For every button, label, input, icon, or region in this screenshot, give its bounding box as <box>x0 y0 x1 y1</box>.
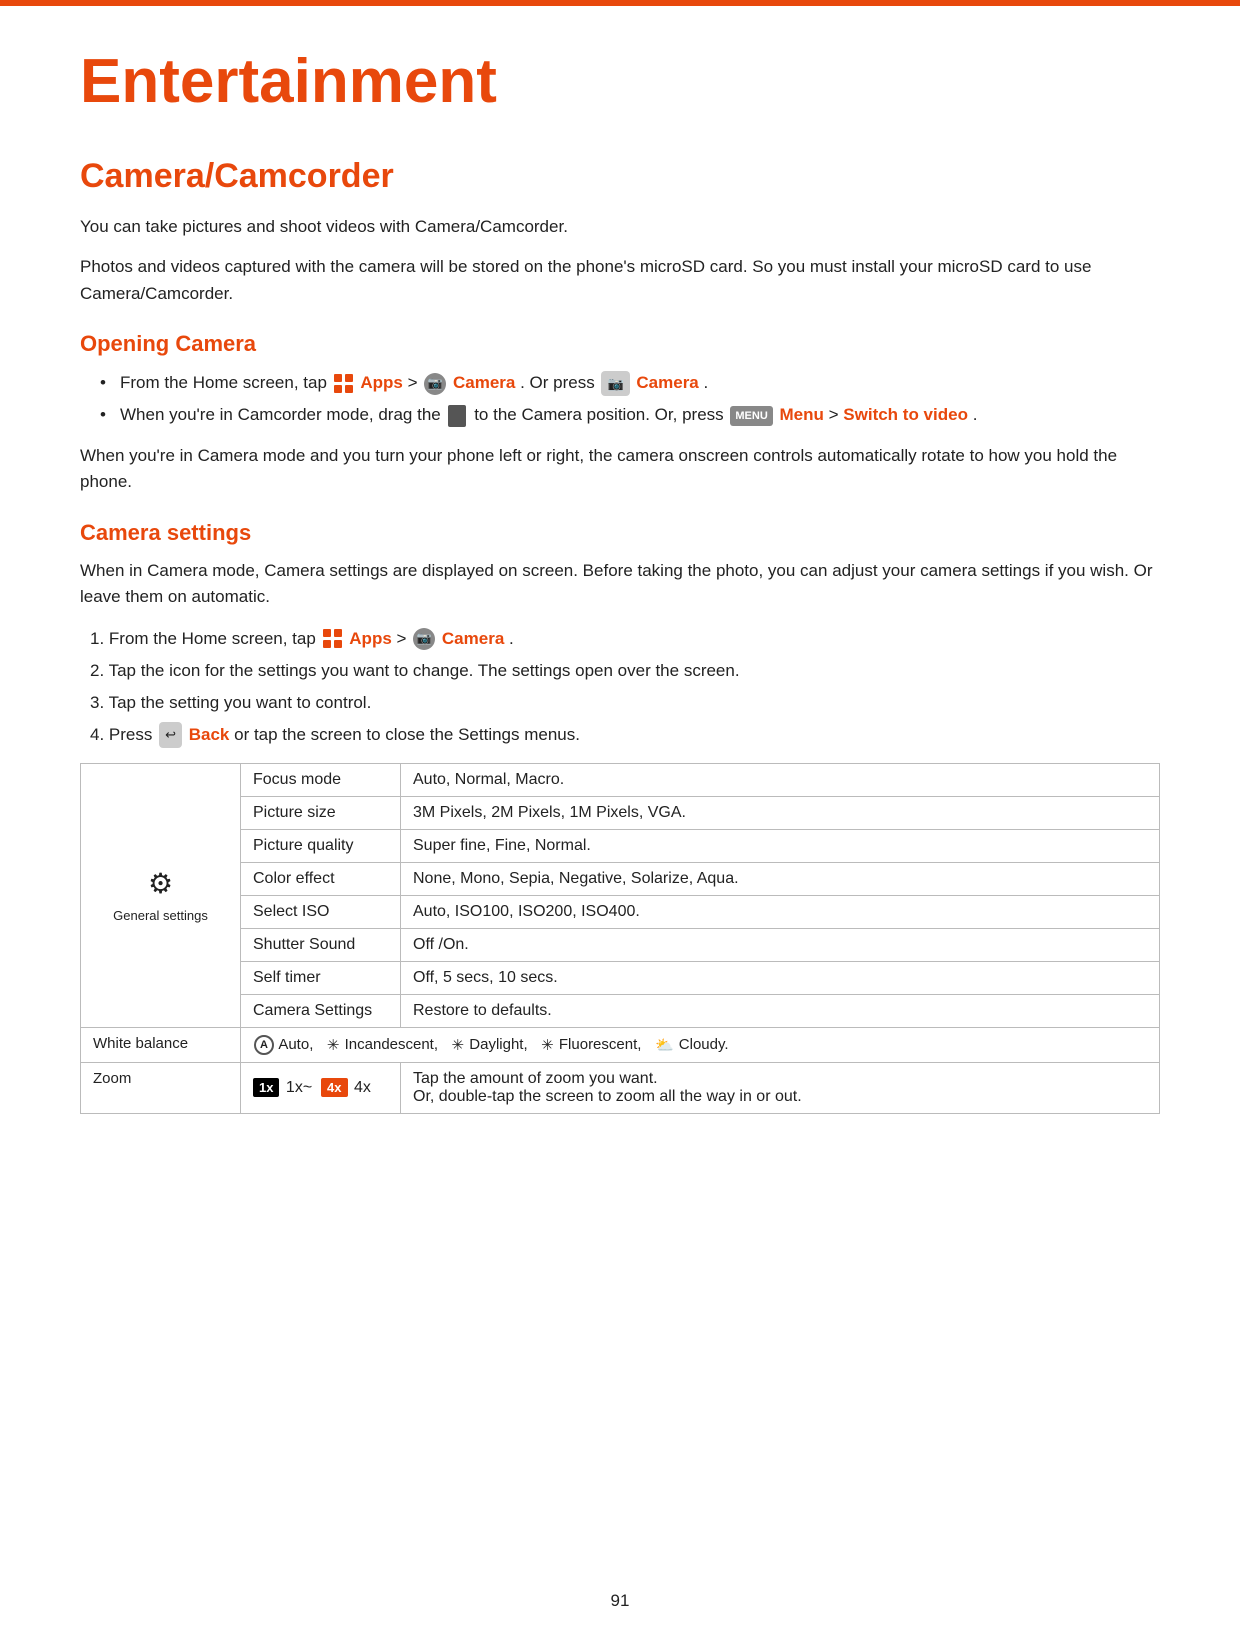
step1-end: . <box>509 629 514 648</box>
general-settings-icon-cell: ⚙ General settings <box>81 763 241 1027</box>
zoom-1x-badge: 1x <box>253 1078 279 1097</box>
zoom-4x-badge: 4x <box>321 1078 347 1097</box>
setting-picture-size: Picture size <box>241 796 401 829</box>
daylight-icon: ✳ <box>452 1036 465 1054</box>
bullet2-menu: Menu <box>780 405 824 424</box>
back-icon: ↩ <box>159 722 182 747</box>
opening-camera-list: From the Home screen, tap Apps > 📷 Camer… <box>100 369 1160 429</box>
cloudy-icon: ⛅ <box>655 1036 674 1054</box>
white-balance-value: A Auto, ✳ Incandescent, ✳ Daylight, ✳ Fl… <box>241 1027 1160 1062</box>
table-row: Picture quality Super fine, Fine, Normal… <box>81 829 1160 862</box>
fluorescent-icon: ✳ <box>541 1036 554 1054</box>
camera-section-title: Camera/Camcorder <box>80 157 1160 196</box>
wb-auto-icon: A <box>254 1035 274 1055</box>
value-self-timer: Off, 5 secs, 10 secs. <box>401 961 1160 994</box>
setting-select-iso: Select ISO <box>241 895 401 928</box>
table-row: Shutter Sound Off /On. <box>81 928 1160 961</box>
step1-mid: > <box>397 629 412 648</box>
page-number: 91 <box>611 1591 630 1610</box>
settings-table: ⚙ General settings Focus mode Auto, Norm… <box>80 763 1160 1114</box>
general-settings-label: General settings <box>93 908 228 923</box>
zoom-line1: Tap the amount of zoom you want. <box>413 1070 1147 1088</box>
value-picture-size: 3M Pixels, 2M Pixels, 1M Pixels, VGA. <box>401 796 1160 829</box>
white-balance-label: White balance <box>81 1027 241 1062</box>
setting-camera-settings: Camera Settings <box>241 994 401 1027</box>
bullet2-suffix: to the Camera position. Or, press <box>474 405 728 424</box>
bullet1-apps: Apps <box>360 373 403 392</box>
bullet1-camera2: Camera <box>636 373 698 392</box>
setting-shutter-sound: Shutter Sound <box>241 928 401 961</box>
value-color-effect: None, Mono, Sepia, Negative, Solarize, A… <box>401 862 1160 895</box>
value-camera-settings: Restore to defaults. <box>401 994 1160 1027</box>
step4-prefix: 4. Press <box>90 725 157 744</box>
step-2: 2. Tap the icon for the settings you wan… <box>90 657 1160 685</box>
bullet1-prefix: From the Home screen, tap <box>120 373 332 392</box>
bullet1-end: . <box>704 373 709 392</box>
step-3: 3. Tap the setting you want to control. <box>90 689 1160 717</box>
incandescent-icon: ✳ <box>327 1036 340 1054</box>
intro-text-1: You can take pictures and shoot videos w… <box>80 214 1160 240</box>
apps-grid-icon-2 <box>323 629 343 649</box>
step1-prefix: 1. From the Home screen, tap <box>90 629 321 648</box>
camera-round-icon-2: 📷 <box>413 628 435 650</box>
camera-settings-intro: When in Camera mode, Camera settings are… <box>80 558 1160 611</box>
bullet1-mid: > <box>408 373 423 392</box>
table-row: Self timer Off, 5 secs, 10 secs. <box>81 961 1160 994</box>
bullet-item-1: From the Home screen, tap Apps > 📷 Camer… <box>100 369 1160 397</box>
camera-press-icon: 📷 <box>601 371 629 396</box>
page-title: Entertainment <box>80 46 1160 117</box>
bullet2-prefix: When you're in Camcorder mode, drag the <box>120 405 445 424</box>
bullet-item-2: When you're in Camcorder mode, drag the … <box>100 401 1160 429</box>
zoom-label: Zoom <box>81 1062 241 1113</box>
menu-badge: MENU <box>730 406 772 426</box>
value-picture-quality: Super fine, Fine, Normal. <box>401 829 1160 862</box>
step1-camera: Camera <box>442 629 504 648</box>
table-row: Select ISO Auto, ISO100, ISO200, ISO400. <box>81 895 1160 928</box>
value-select-iso: Auto, ISO100, ISO200, ISO400. <box>401 895 1160 928</box>
table-row: ⚙ General settings Focus mode Auto, Norm… <box>81 763 1160 796</box>
step4-suffix: or tap the screen to close the Settings … <box>234 725 580 744</box>
zoom-badge-cell: 1x 1x~ 4x 4x <box>241 1062 401 1113</box>
apps-grid-icon <box>334 374 354 394</box>
wb-icons: A Auto, ✳ Incandescent, ✳ Daylight, ✳ Fl… <box>253 1036 729 1053</box>
camera-round-icon-1: 📷 <box>424 373 446 395</box>
zoom-description: Tap the amount of zoom you want. Or, dou… <box>401 1062 1160 1113</box>
setting-picture-quality: Picture quality <box>241 829 401 862</box>
setting-color-effect: Color effect <box>241 862 401 895</box>
step1-apps: Apps <box>349 629 392 648</box>
bullet2-end: . <box>973 405 978 424</box>
settings-steps: 1. From the Home screen, tap Apps > 📷 Ca… <box>90 625 1160 749</box>
bullet1-camera: Camera <box>453 373 515 392</box>
page-footer: 91 <box>0 1591 1240 1611</box>
setting-focus-mode: Focus mode <box>241 763 401 796</box>
intro-text-2: Photos and videos captured with the came… <box>80 254 1160 307</box>
step-4: 4. Press ↩ Back or tap the screen to clo… <box>90 721 1160 749</box>
table-row: Camera Settings Restore to defaults. <box>81 994 1160 1027</box>
value-shutter-sound: Off /On. <box>401 928 1160 961</box>
bullet2-switch: Switch to video <box>843 405 968 424</box>
step-1: 1. From the Home screen, tap Apps > 📷 Ca… <box>90 625 1160 653</box>
value-focus-mode: Auto, Normal, Macro. <box>401 763 1160 796</box>
zoom-line2: Or, double-tap the screen to zoom all th… <box>413 1088 1147 1106</box>
step4-back: Back <box>189 725 230 744</box>
camera-settings-title: Camera settings <box>80 520 1160 546</box>
table-row-white-balance: White balance A Auto, ✳ Incandescent, ✳ … <box>81 1027 1160 1062</box>
opening-camera-title: Opening Camera <box>80 331 1160 357</box>
bullet1-suffix: . Or press <box>520 373 599 392</box>
table-row: Color effect None, Mono, Sepia, Negative… <box>81 862 1160 895</box>
rotate-text: When you're in Camera mode and you turn … <box>80 443 1160 496</box>
setting-self-timer: Self timer <box>241 961 401 994</box>
toggle-icon <box>448 405 466 427</box>
table-row-zoom: Zoom 1x 1x~ 4x 4x Tap the amount of zoom… <box>81 1062 1160 1113</box>
bullet2-mid: > <box>829 405 844 424</box>
table-row: Picture size 3M Pixels, 2M Pixels, 1M Pi… <box>81 796 1160 829</box>
